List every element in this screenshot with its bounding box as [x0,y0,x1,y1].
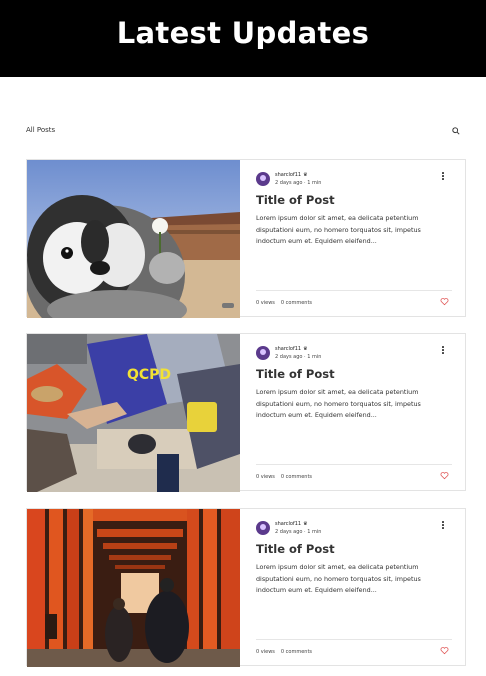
views-count: 0 views [256,300,275,306]
comments-count: 0 comments [280,649,313,655]
post-meta: 2 days ago · 1 min [275,529,322,535]
more-options-icon[interactable] [441,521,445,531]
post-excerpt[interactable]: Lorem ipsum dolor sit amet, ea delicata … [256,562,452,597]
post-body: sharclof11 ♛ 2 days ago · 1 min Title of … [256,160,453,318]
views-count: 0 views [256,649,275,655]
read-time: 1 min [307,529,322,535]
post-excerpt[interactable]: Lorem ipsum dolor sit amet, ea delicata … [256,213,452,248]
page-title: Latest Updates [116,15,370,50]
post-title[interactable]: Title of Post [256,367,335,381]
author-name[interactable]: sharclof11 [275,346,301,352]
crown-icon: ♛ [303,172,308,178]
more-options-icon[interactable] [441,172,445,182]
post-date: 2 days ago [275,180,303,186]
post-card[interactable]: QCPD sharclof11 ♛ 2 days ago · 1 min Titl… [26,333,466,492]
post-card[interactable]: sharclof11 ♛ 2 days ago · 1 min Title of … [26,159,466,318]
page-header: Latest Updates [0,0,486,77]
post-image[interactable]: QCPD [27,334,240,492]
read-time: 1 min [307,180,322,186]
post-meta: 2 days ago · 1 min [275,180,322,186]
all-posts-link[interactable]: All Posts [26,126,55,134]
post-body: sharclof11 ♛ 2 days ago · 1 min Title of … [256,509,453,667]
post-stats: 0 views 0 comments [256,474,312,480]
comments-count: 0 comments [280,474,313,480]
views-count: 0 views [256,474,275,480]
post-stats: 0 views 0 comments [256,300,312,306]
heart-icon[interactable] [440,297,449,306]
divider [256,290,452,291]
post-excerpt[interactable]: Lorem ipsum dolor sit amet, ea delicata … [256,387,452,422]
comments-count: 0 comments [280,300,313,306]
image-label: QCPD [127,367,171,383]
avatar[interactable] [256,346,270,360]
post-title[interactable]: Title of Post [256,542,335,556]
post-meta: 2 days ago · 1 min [275,354,322,360]
post-title[interactable]: Title of Post [256,193,335,207]
blog-nav: All Posts [26,126,460,138]
post-image[interactable] [27,160,240,318]
crown-icon: ♛ [303,346,308,352]
divider [256,639,452,640]
post-date: 2 days ago [275,354,303,360]
post-date: 2 days ago [275,529,303,535]
crown-icon: ♛ [303,521,308,527]
read-time: 1 min [307,354,322,360]
avatar[interactable] [256,172,270,186]
author-name[interactable]: sharclof11 [275,172,301,178]
post-card[interactable]: sharclof11 ♛ 2 days ago · 1 min Title of … [26,508,466,667]
post-image[interactable] [27,509,240,667]
search-icon[interactable] [452,127,460,135]
post-body: sharclof11 ♛ 2 days ago · 1 min Title of … [256,334,453,492]
divider [256,464,452,465]
heart-icon[interactable] [440,646,449,655]
more-options-icon[interactable] [441,346,445,356]
avatar[interactable] [256,521,270,535]
post-stats: 0 views 0 comments [256,649,312,655]
heart-icon[interactable] [440,471,449,480]
author-name[interactable]: sharclof11 [275,521,301,527]
